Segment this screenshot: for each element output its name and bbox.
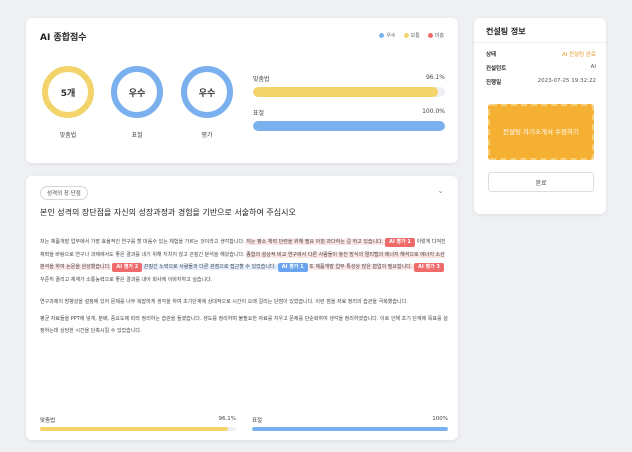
bar-fill bbox=[253, 121, 445, 131]
spelling-bar: 맞춤법 96.1% bbox=[253, 74, 445, 97]
spelling-mini-bar: 맞춤법 96.1% bbox=[40, 416, 236, 431]
score-title: AI 종합점수 bbox=[40, 33, 87, 43]
ai-score-card: AI 종합점수 우수 보통 미흡 5개 맞춤법 우수 표절 우수 평가 맞춤법 … bbox=[26, 18, 458, 163]
divider bbox=[474, 42, 606, 43]
legend-dot bbox=[379, 33, 385, 38]
status-row: 상태 AI 컨설팅 완료 bbox=[486, 50, 596, 58]
score-circle-evaluation: 우수 bbox=[181, 66, 233, 118]
score-legend: 우수 보통 미흡 bbox=[379, 32, 444, 39]
date-row: 진행일 2023-07-25 19:32:22 bbox=[486, 78, 596, 86]
edit-cover-letter-button[interactable]: 컨설팅 자기소개서 수정하기 bbox=[488, 104, 594, 160]
bar-value: 96.1% bbox=[425, 74, 445, 81]
score-circle-spelling: 5개 bbox=[42, 66, 94, 118]
bar-track bbox=[253, 87, 445, 97]
score-circle-label: 평가 bbox=[201, 132, 213, 139]
answer-paragraph: 평균 자료들을 PPT에 넣게, 분배, 중요도에 따라 정리하는 습관을 들였… bbox=[40, 315, 448, 335]
question-title: 본인 성격의 장단점을 자신의 성장과정과 경험을 기반으로 서술하여 주십시오 bbox=[40, 208, 296, 217]
bar-track bbox=[253, 121, 445, 131]
ai-eval-badge[interactable]: AI 평가 1 bbox=[277, 263, 308, 272]
consulting-info-card: 컨설팅 정보 상태 AI 컨설팅 완료 컨설턴트 AI 진행일 2023-07-… bbox=[474, 18, 606, 214]
row-key: 상태 bbox=[486, 52, 497, 58]
highlight-red: 또 제품개발 업무 특성상 많은 협업이 필요합니다. bbox=[309, 264, 414, 270]
consulting-title: 컨설팅 정보 bbox=[486, 27, 526, 36]
legend-item-poor: 미흡 bbox=[427, 32, 444, 39]
score-circle-plagiarism: 우수 bbox=[111, 66, 163, 118]
legend-dot bbox=[403, 33, 409, 38]
legend-label: 미흡 bbox=[434, 33, 444, 39]
bar-label: 표절 bbox=[253, 110, 265, 117]
consultant-row: 컨설턴트 AI bbox=[486, 64, 596, 72]
ai-eval-badge[interactable]: AI 평가 2 bbox=[112, 263, 143, 272]
ai-eval-badge[interactable]: AI 평가 1 bbox=[384, 238, 415, 247]
analysis-card: 성격의 장·단점 ⌄ 본인 성격의 장단점을 자신의 성장과정과 경험을 기반으… bbox=[26, 176, 458, 440]
row-key: 컨설턴트 bbox=[486, 66, 507, 72]
row-key: 진행일 bbox=[486, 80, 502, 86]
bar-fill bbox=[253, 87, 438, 97]
status-badge: AI 컨설팅 완료 bbox=[561, 52, 596, 58]
bar-value: 96.1% bbox=[218, 416, 236, 422]
score-circle-label: 맞춤법 bbox=[59, 132, 77, 139]
row-value: AI bbox=[590, 64, 596, 70]
chevron-down-icon[interactable]: ⌄ bbox=[437, 186, 444, 195]
bar-label: 맞춤법 bbox=[40, 418, 56, 424]
highlight-red: 저는 평소 체력 단련을 위해 필요 아침 과다하는 걸 하고 있습니다. bbox=[246, 239, 385, 245]
legend-label: 보통 bbox=[410, 33, 420, 39]
legend-item-normal: 보통 bbox=[403, 32, 420, 39]
bar-label: 맞춤법 bbox=[253, 76, 270, 83]
plagiarism-bar: 표절 100.0% bbox=[253, 108, 445, 131]
answer-text: 저는 제품개발 업무에서 가장 효율적인 연구를 할 마음수 있는 체험을 가르… bbox=[40, 236, 448, 342]
ai-eval-badge[interactable]: AI 평가 3 bbox=[413, 263, 444, 272]
answer-paragraph: 저는 제품개발 업무에서 가장 효율적인 연구를 할 마음수 있는 체험을 가르… bbox=[40, 236, 448, 286]
text-segment: 꾸준히 끌리고 체계가 소통능력으로 좋은 결과를 내어 회사에 이바지하고 싶… bbox=[40, 276, 213, 283]
text-segment: 저는 제품개발 업무에서 가장 효율적인 연구를 할 마음수 있는 체험을 가르… bbox=[40, 239, 247, 245]
row-value: 2023-07-25 19:32:22 bbox=[537, 78, 596, 84]
bar-fill bbox=[40, 427, 229, 431]
complete-button[interactable]: 완료 bbox=[488, 172, 594, 192]
bar-label: 표절 bbox=[252, 418, 263, 424]
question-category-tag: 성격의 장·단점 bbox=[40, 186, 88, 200]
bottom-score-bars: 맞춤법 96.1% 표절 100% bbox=[40, 416, 448, 431]
answer-paragraph: 연구과제의 방향성을 설정에 있어 문제를 너무 복잡하게 생각을 하여 초기단… bbox=[40, 299, 408, 305]
legend-dot bbox=[427, 33, 433, 38]
bar-track bbox=[252, 427, 448, 431]
legend-label: 우수 bbox=[386, 33, 396, 39]
bar-value: 100% bbox=[432, 416, 448, 422]
score-circle-label: 표절 bbox=[131, 132, 143, 139]
legend-item-excellent: 우수 bbox=[379, 32, 396, 39]
bar-track bbox=[40, 427, 236, 431]
plagiarism-mini-bar: 표절 100% bbox=[252, 416, 448, 431]
bar-value: 100.0% bbox=[422, 108, 445, 115]
highlight-blue: 끈질긴 노력으로 사람들과 다른 관점으로 접근할 수 있었습니다. bbox=[142, 264, 278, 270]
bar-fill bbox=[252, 427, 448, 431]
